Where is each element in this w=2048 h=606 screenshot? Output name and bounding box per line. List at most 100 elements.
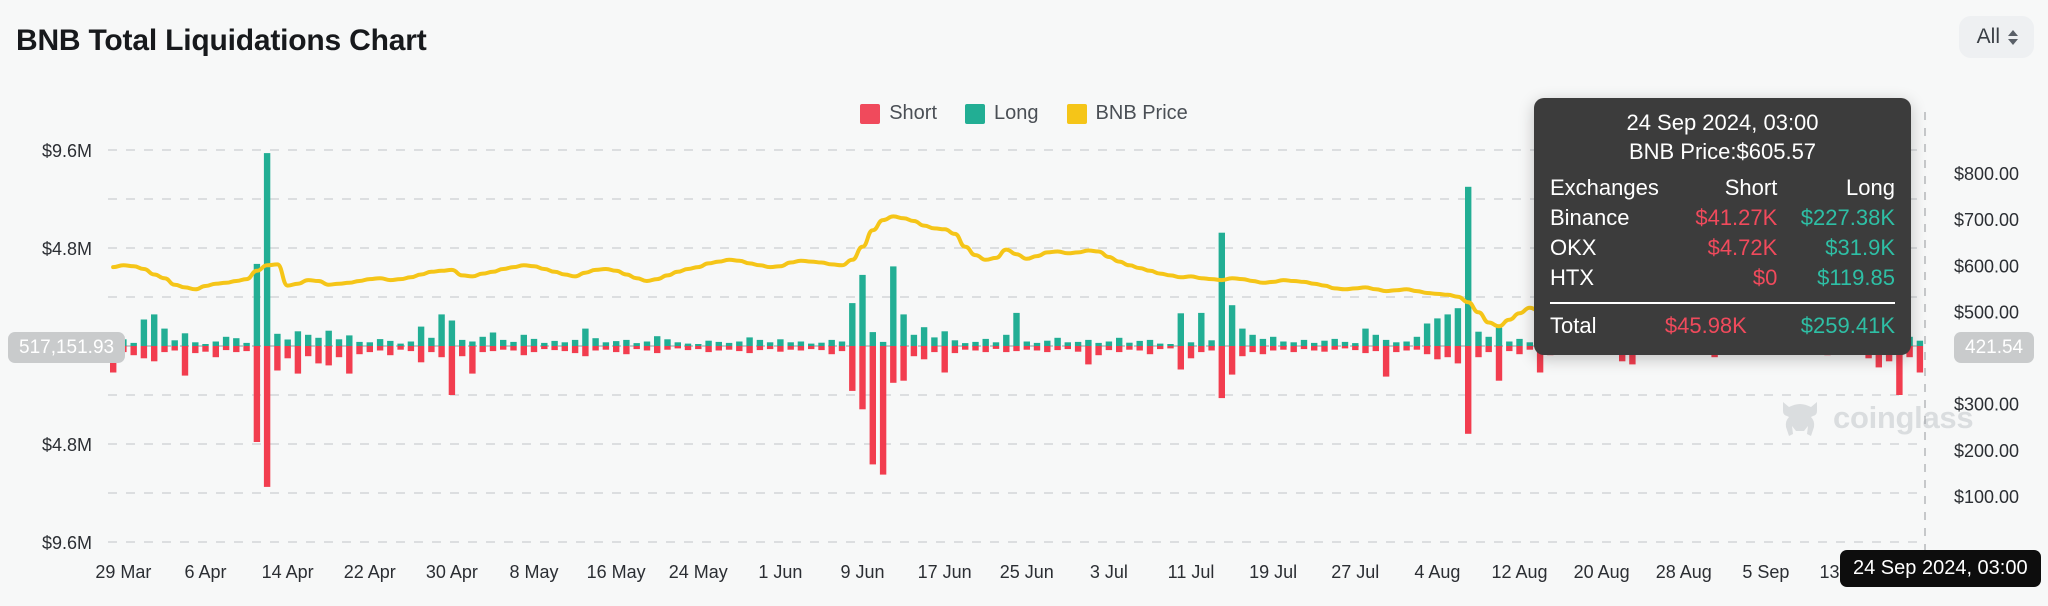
y-axis-left-tick: $9.6M <box>42 533 92 553</box>
bar-short <box>859 346 865 409</box>
bar-long <box>767 342 773 346</box>
bar-short <box>336 346 342 357</box>
tooltip-exchange-name: OKX <box>1550 233 1679 263</box>
left-axis-value-badge: 517,151.93 <box>8 332 125 363</box>
bar-short <box>1455 346 1461 363</box>
bar-long <box>716 342 722 346</box>
tooltip-exchange-row: Binance$41.27K$227.38K <box>1550 203 1895 233</box>
bar-long <box>1085 340 1091 346</box>
bar-short <box>131 346 137 355</box>
tooltip-column-header: Short <box>1679 173 1783 203</box>
y-axis-left-tick: $4.8M <box>42 239 92 259</box>
bar-long <box>1465 187 1471 346</box>
bar-short <box>1147 346 1153 354</box>
bar-long <box>1106 342 1112 347</box>
bar-short <box>582 346 588 356</box>
bar-long <box>1270 337 1276 346</box>
bar-long <box>131 343 137 346</box>
bar-long <box>1137 341 1143 346</box>
bar-long <box>326 331 332 346</box>
bar-short <box>1095 346 1101 355</box>
bar-long <box>418 327 424 346</box>
bar-long <box>880 342 886 346</box>
bar-short <box>911 346 917 356</box>
bar-long <box>1352 343 1358 346</box>
bar-long <box>705 341 711 346</box>
bar-long <box>993 342 999 346</box>
bar-short <box>1516 346 1522 354</box>
bar-long <box>151 314 157 346</box>
bar-long <box>1167 344 1173 346</box>
tooltip-total-short: $45.98K <box>1620 311 1753 341</box>
bar-short <box>397 346 403 350</box>
bar-short <box>151 346 157 361</box>
bar-short <box>521 346 527 355</box>
bar-long <box>1054 338 1060 346</box>
bar-long <box>449 321 455 347</box>
bar-long <box>356 342 362 346</box>
bar-long <box>1434 318 1440 346</box>
bar-long <box>397 344 403 346</box>
bar-long <box>274 334 280 346</box>
bar-long <box>818 343 824 346</box>
bar-short <box>664 346 670 350</box>
bar-long <box>983 339 989 346</box>
x-axis-tick: 19 Jul <box>1249 562 1297 582</box>
bar-long <box>808 344 814 346</box>
bar-long <box>562 342 568 346</box>
bar-short <box>1013 346 1019 351</box>
bar-long <box>1239 329 1245 346</box>
bar-long <box>1075 342 1081 346</box>
bar-short <box>890 346 896 383</box>
bar-short <box>192 346 198 353</box>
y-axis-right-tick: $500.00 <box>1954 302 2019 322</box>
bar-short <box>1393 346 1399 352</box>
bar-long <box>623 340 629 346</box>
tooltip-exchange-name: HTX <box>1550 263 1679 293</box>
bar-short <box>541 346 547 349</box>
bar-short <box>1003 346 1009 352</box>
bar-short <box>1249 346 1255 352</box>
bar-long <box>664 339 670 346</box>
bar-short <box>1321 346 1327 352</box>
x-axis-tick: 30 Apr <box>426 562 478 582</box>
bar-long <box>1301 340 1307 346</box>
tooltip-exchange-long: $119.85 <box>1783 263 1895 293</box>
tooltip-column-header: Exchanges <box>1550 173 1679 203</box>
bar-short <box>1126 346 1132 350</box>
bar-long <box>346 335 352 346</box>
chart-page: BNB Total Liquidations Chart All ShortLo… <box>0 0 2048 606</box>
bar-short <box>346 346 352 374</box>
bar-short <box>1106 346 1112 350</box>
bar-short <box>562 346 568 351</box>
y-axis-right-tick: $800.00 <box>1954 164 2019 184</box>
x-axis-tick: 25 Jun <box>1000 562 1054 582</box>
bar-long <box>726 343 732 346</box>
bar-long <box>1280 342 1286 347</box>
bar-short <box>1403 346 1409 351</box>
bar-long <box>500 340 506 346</box>
bar-short <box>829 346 835 354</box>
bar-short <box>264 346 270 487</box>
bar-long <box>490 333 496 347</box>
bar-short <box>408 346 414 351</box>
bar-long <box>521 335 527 346</box>
bar-long <box>582 329 588 346</box>
bar-long <box>777 339 783 346</box>
bar-long <box>798 342 804 347</box>
bar-short <box>767 346 773 349</box>
bar-long <box>1506 342 1512 347</box>
bar-short <box>1352 346 1358 350</box>
bar-long <box>1157 344 1163 346</box>
x-axis-tick: 5 Sep <box>1742 562 1789 582</box>
bar-short <box>438 346 444 357</box>
bar-short <box>1188 346 1194 358</box>
bar-short <box>818 346 824 350</box>
x-axis-tick: 14 Apr <box>262 562 314 582</box>
bar-long <box>1126 343 1132 346</box>
bar-short <box>1527 346 1533 350</box>
bar-long <box>962 343 968 346</box>
bar-short <box>377 346 383 351</box>
bar-long <box>428 338 434 346</box>
bar-short <box>1342 346 1348 348</box>
